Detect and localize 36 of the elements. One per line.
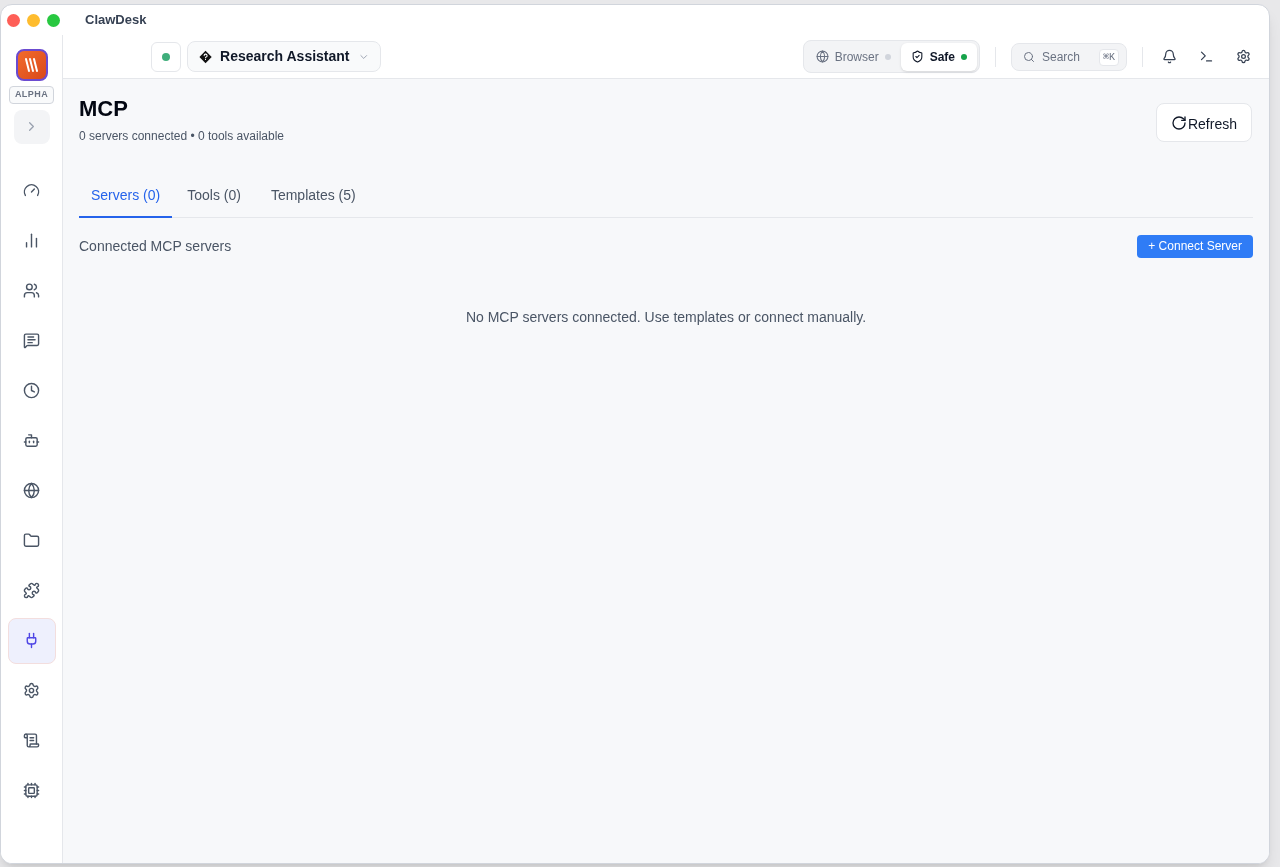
puzzle-icon: [23, 582, 40, 599]
section-label: Connected MCP servers: [79, 236, 232, 256]
globe-icon: [815, 50, 829, 63]
connect-server-button[interactable]: + Connect Server: [1137, 234, 1253, 258]
search-icon: [1023, 50, 1035, 63]
page-subtitle: 0 servers connected • 0 tools available: [79, 127, 284, 145]
bell-icon: [1162, 49, 1177, 64]
gauge-icon: [23, 182, 40, 199]
robot-icon: [23, 432, 40, 449]
refresh-icon: [1170, 114, 1187, 131]
agent-selector[interactable]: Research Assistant: [187, 41, 381, 72]
users-icon: [23, 282, 40, 299]
refresh-button[interactable]: Refresh: [1155, 103, 1252, 142]
chip-icon: [23, 782, 40, 799]
tab[interactable]: Servers (0): [79, 184, 173, 218]
settings-icon: [23, 682, 40, 699]
folder-icon: [23, 532, 40, 549]
shield-icon: [910, 50, 924, 63]
clock-icon: [23, 382, 40, 399]
empty-state-message: No MCP servers connected. Use templates or connect manually.: [464, 307, 868, 327]
alpha-badge: ALPHA: [8, 86, 55, 104]
tab[interactable]: Tools (0): [172, 184, 256, 218]
window-title: ClawDesk: [85, 11, 147, 30]
mode-tab[interactable]: Safe: [900, 42, 977, 71]
help-diamond-icon: [199, 48, 213, 65]
app-logo-icon: [15, 49, 48, 81]
terminal-icon: [1199, 49, 1214, 64]
bar-chart-icon: [23, 232, 40, 249]
mode-tab[interactable]: Browser: [805, 42, 901, 71]
close-button[interactable]: [7, 13, 20, 27]
page-title: MCP: [79, 95, 129, 123]
settings-icon: [1236, 49, 1251, 64]
message-icon: [23, 332, 40, 349]
globe-icon: [23, 482, 40, 499]
tab[interactable]: Templates (5): [255, 184, 371, 218]
scroll-icon: [23, 732, 40, 749]
